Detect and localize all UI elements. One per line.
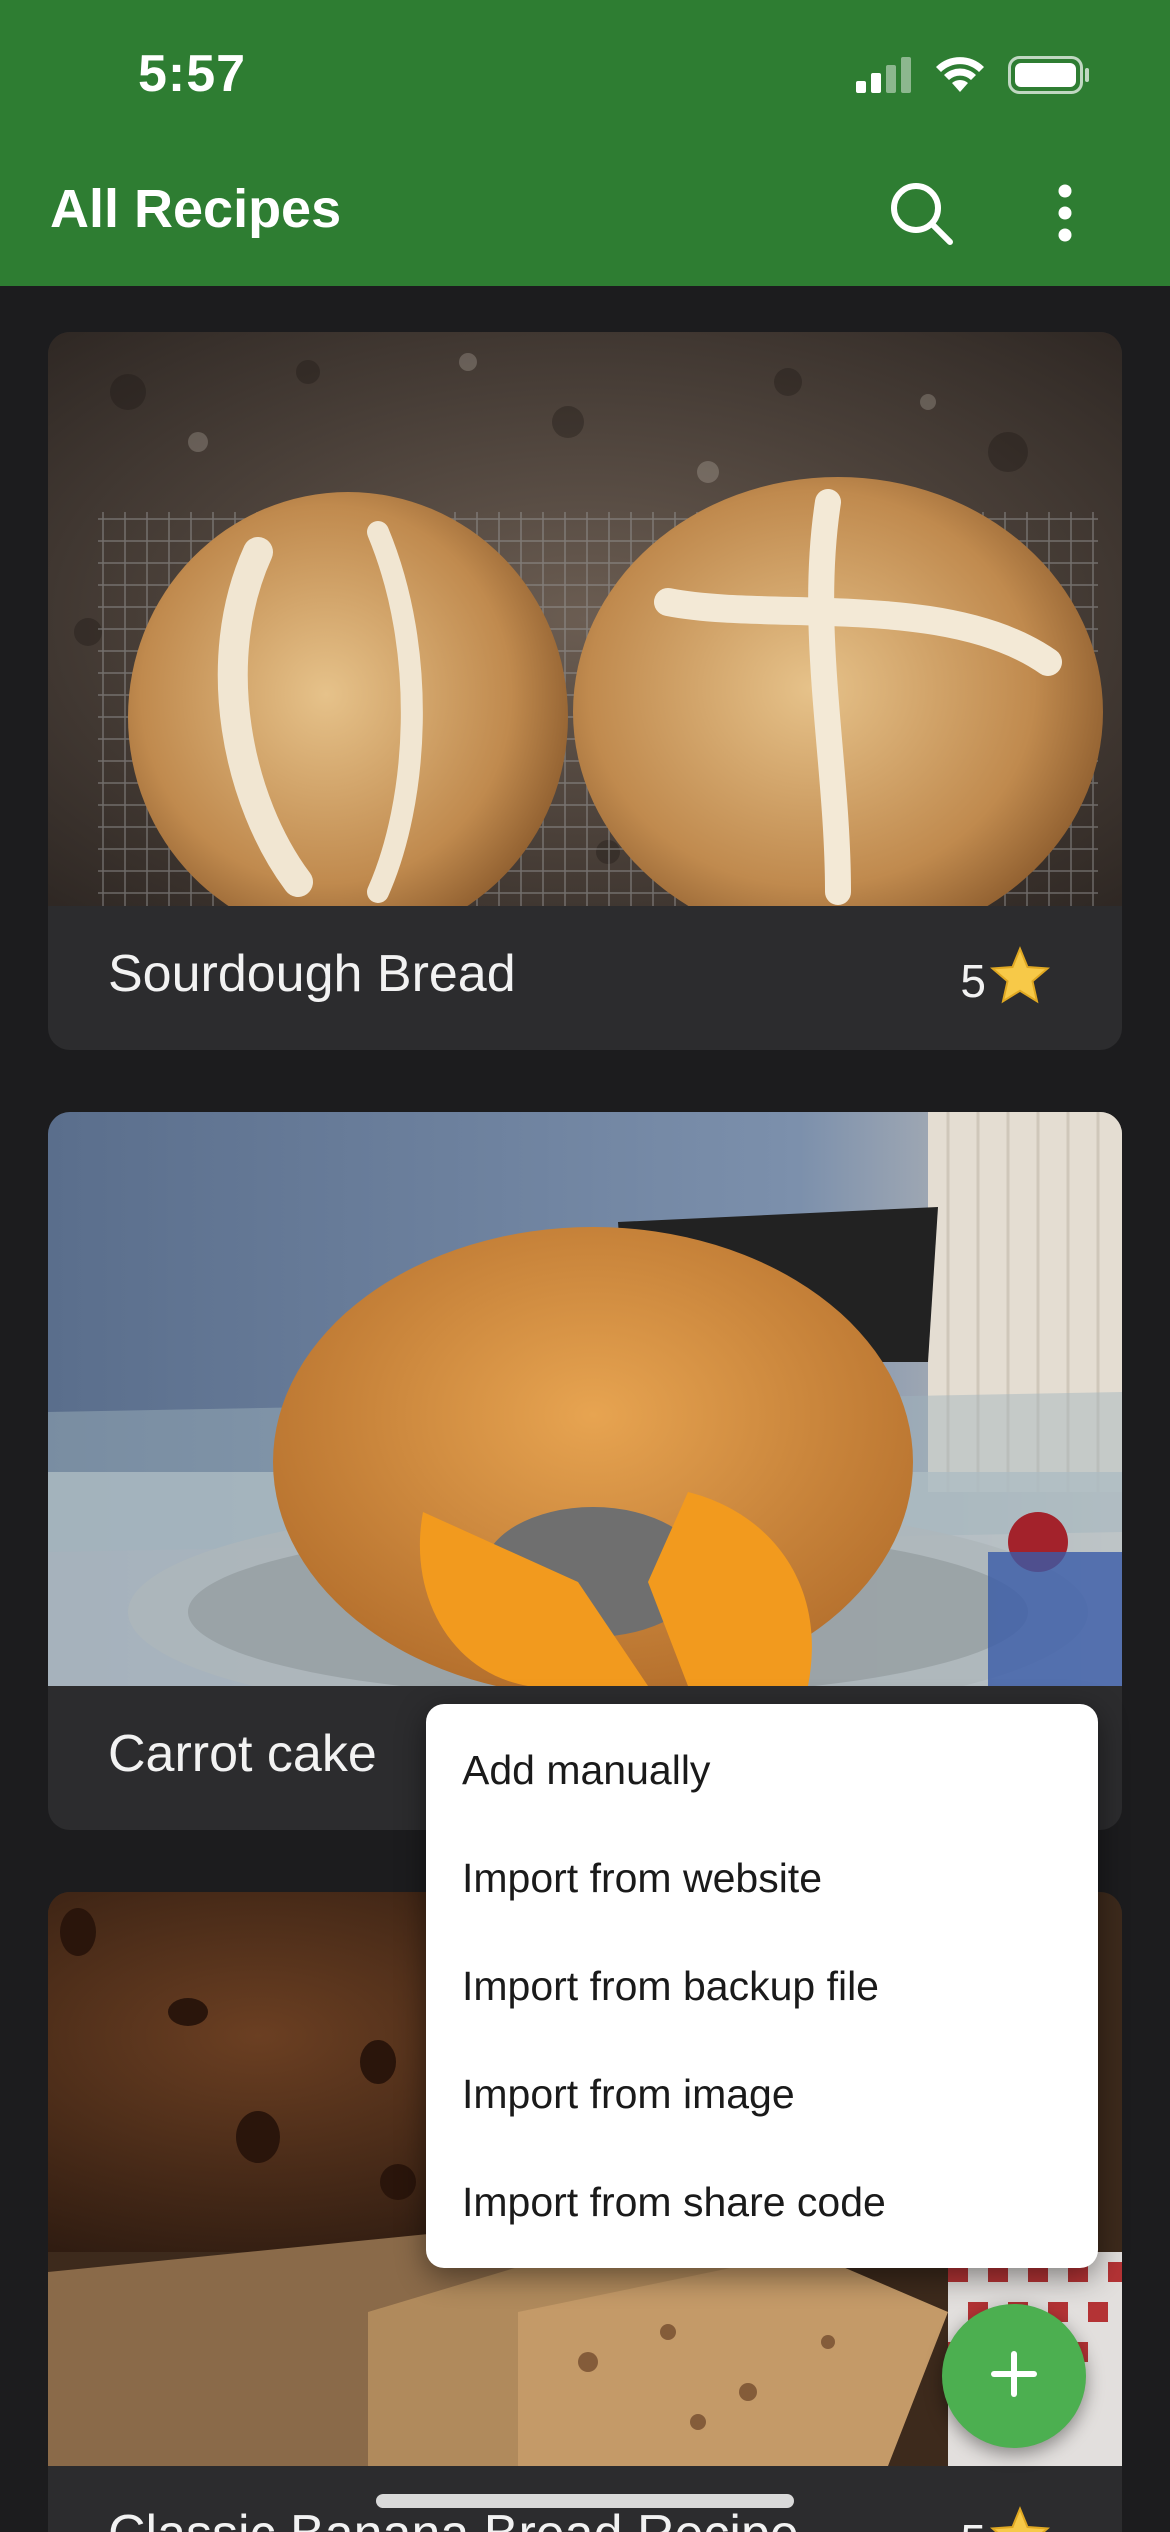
star-icon <box>989 2506 1051 2532</box>
add-recipe-fab[interactable] <box>942 2304 1086 2448</box>
recipe-rating: 5 <box>960 2506 1051 2532</box>
recipe-image <box>48 1112 1122 1686</box>
menu-item-import-share-code[interactable]: Import from share code <box>426 2148 1098 2256</box>
recipe-name: Classic Banana Bread Recipe <box>108 2504 799 2532</box>
recipe-card[interactable]: Sourdough Bread 5 <box>48 332 1122 1050</box>
rating-value: 5 <box>960 2514 986 2532</box>
add-recipe-menu: Add manually Import from website Import … <box>426 1704 1098 2268</box>
rating-value: 5 <box>960 954 986 1007</box>
menu-item-add-manually[interactable]: Add manually <box>426 1716 1098 1824</box>
status-icons <box>856 56 1090 99</box>
signal-icon <box>856 57 912 98</box>
app-bar-actions <box>876 170 1110 260</box>
app-bar: All Recipes <box>0 150 1170 286</box>
recipe-name: Sourdough Bread <box>108 945 516 1003</box>
recipe-image <box>48 332 1122 906</box>
wifi-icon <box>934 56 986 99</box>
search-icon <box>888 180 954 251</box>
search-button[interactable] <box>876 170 966 260</box>
menu-item-import-backup[interactable]: Import from backup file <box>426 1932 1098 2040</box>
menu-item-import-image[interactable]: Import from image <box>426 2040 1098 2148</box>
more-vertical-icon <box>1057 184 1073 247</box>
recipe-rating: 5 <box>960 946 1051 1015</box>
status-time: 5:57 <box>138 45 247 103</box>
battery-icon <box>1008 56 1090 99</box>
plus-icon <box>990 2350 1038 2403</box>
page-title: All Recipes <box>50 179 342 239</box>
more-options-button[interactable] <box>1020 170 1110 260</box>
recipe-footer: Sourdough Bread 5 <box>48 906 1122 1050</box>
status-bar: 5:57 <box>0 0 1170 150</box>
home-indicator <box>376 2494 794 2508</box>
star-icon <box>989 946 1051 1015</box>
recipe-name: Carrot cake <box>108 1725 377 1783</box>
menu-item-import-website[interactable]: Import from website <box>426 1824 1098 1932</box>
